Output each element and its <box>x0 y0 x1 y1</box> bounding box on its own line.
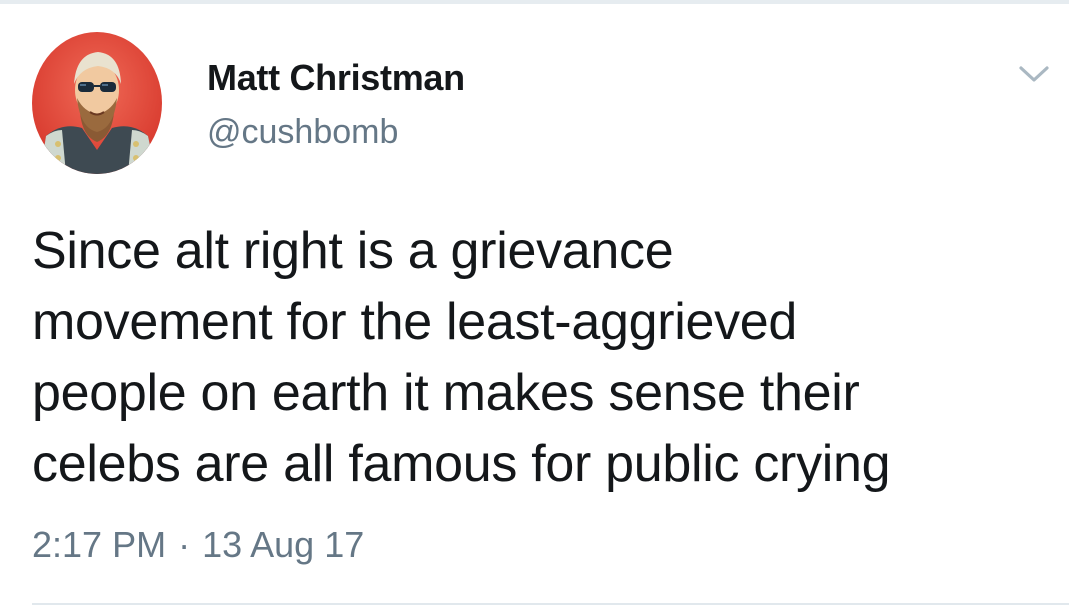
avatar-image <box>32 32 162 174</box>
tweet-time[interactable]: 2:17 PM <box>32 524 166 565</box>
author-display-name[interactable]: Matt Christman <box>207 56 465 100</box>
author-handle[interactable]: @cushbomb <box>207 112 465 152</box>
author-avatar[interactable] <box>32 32 162 174</box>
bottom-divider <box>32 603 1069 605</box>
chevron-down-icon <box>1019 66 1049 82</box>
timestamp-separator: · <box>178 524 191 565</box>
tweet-menu-button[interactable] <box>1016 58 1052 88</box>
tweet-card: Matt Christman @cushbomb Since alt right… <box>0 0 1069 611</box>
tweet-timestamp: 2:17 PM · 13 Aug 17 <box>32 523 364 567</box>
tweet-text: Since alt right is a grievance movement … <box>32 222 891 493</box>
tweet-date[interactable]: 13 Aug 17 <box>202 524 364 565</box>
author-info[interactable]: Matt Christman @cushbomb <box>207 56 465 152</box>
